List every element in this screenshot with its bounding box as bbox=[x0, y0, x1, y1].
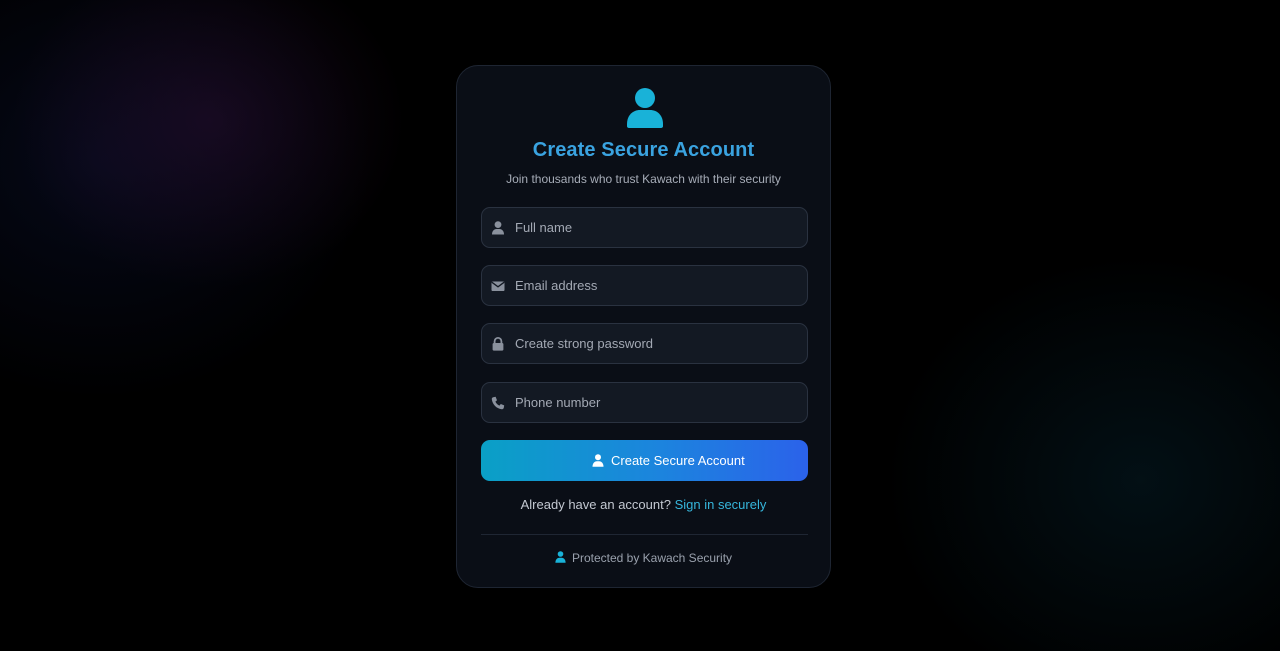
email-input[interactable] bbox=[515, 266, 800, 305]
create-account-button[interactable]: Create Secure Account bbox=[481, 440, 808, 481]
password-field[interactable] bbox=[481, 323, 808, 364]
create-account-button-label: Create Secure Account bbox=[611, 453, 745, 468]
phone-input[interactable] bbox=[515, 383, 800, 422]
envelope-icon bbox=[491, 281, 505, 291]
user-icon bbox=[492, 221, 504, 235]
security-footer: Protected by Kawach Security bbox=[457, 551, 830, 565]
email-field[interactable] bbox=[481, 265, 808, 306]
password-input[interactable] bbox=[515, 324, 800, 363]
page-subtitle: Join thousands who trust Kawach with the… bbox=[506, 172, 781, 186]
user-icon bbox=[627, 88, 663, 128]
full-name-field[interactable] bbox=[481, 207, 808, 248]
full-name-input[interactable] bbox=[515, 208, 800, 247]
lock-icon bbox=[492, 337, 504, 351]
signin-prompt-row: Already have an account? Sign in securel… bbox=[457, 497, 830, 512]
signin-prompt: Already have an account? bbox=[520, 497, 671, 512]
signup-card: Create Secure Account Join thousands who… bbox=[456, 65, 831, 588]
signin-link[interactable]: Sign in securely bbox=[675, 497, 767, 512]
footer-text: Protected by Kawach Security bbox=[571, 551, 733, 565]
user-icon bbox=[592, 454, 604, 467]
page-title: Create Secure Account bbox=[532, 139, 755, 161]
divider bbox=[481, 534, 808, 535]
phone-icon bbox=[491, 396, 505, 410]
phone-field[interactable] bbox=[481, 382, 808, 423]
user-icon bbox=[555, 551, 566, 563]
